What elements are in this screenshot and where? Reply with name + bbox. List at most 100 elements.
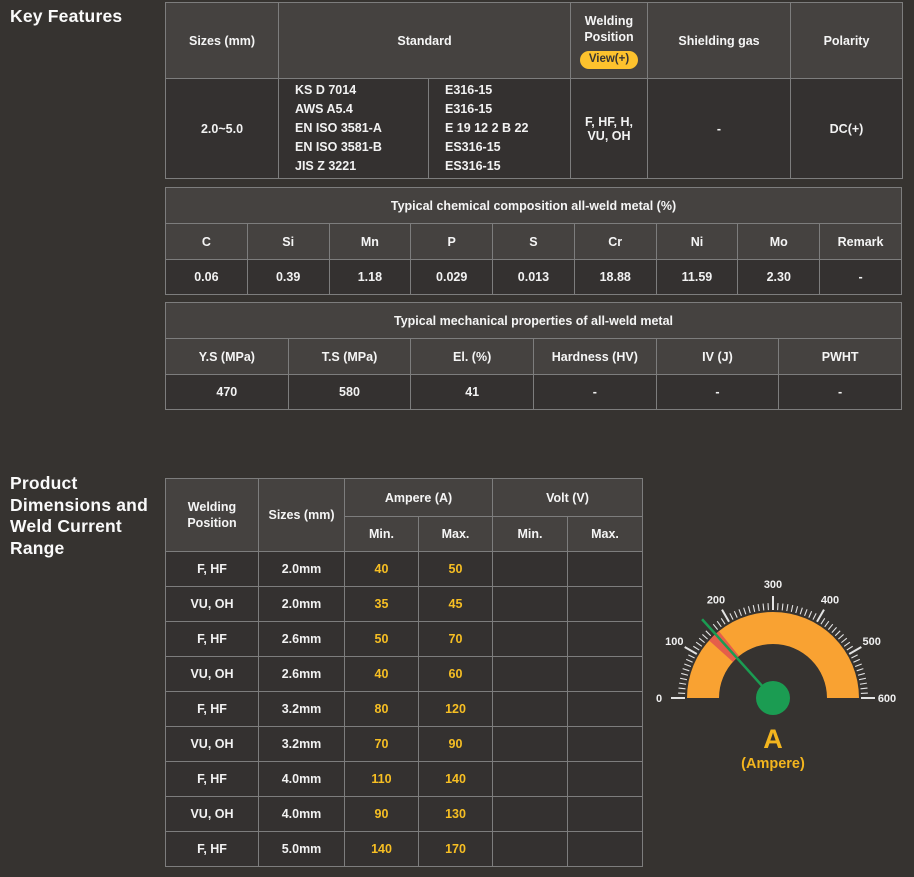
cell-volt-max [566, 621, 644, 657]
svg-text:100: 100 [665, 636, 683, 648]
welding-position-label: Welding Position [584, 13, 634, 44]
chemical-composition-table: Typical chemical composition all-weld me… [165, 187, 902, 295]
cell-ampere-min: 70 [344, 726, 419, 762]
cell-shielding-gas-value: - [647, 78, 791, 179]
gauge-unit-caption: (Ampere) [741, 756, 805, 772]
cell-position: F, HF [165, 761, 259, 797]
standard-line: E316-15 [445, 83, 493, 97]
current-range-row: VU, OH 4.0mm 90 130 [165, 796, 644, 832]
ampere-gauge: 0 100 200 300 400 500 600 A (Ampere) [650, 560, 910, 780]
current-range-row: F, HF 5.0mm 140 170 [165, 831, 644, 867]
cell-mn: 1.18 [328, 259, 412, 295]
cell-size: 3.2mm [258, 726, 345, 762]
cell-standards-grades: E316-15 E316-15 E 19 12 2 B 22 ES316-15 … [428, 78, 571, 179]
col-ni: Ni [655, 223, 739, 260]
current-range-row: VU, OH 2.0mm 35 45 [165, 586, 644, 622]
cell-ampere-max: 50 [418, 551, 493, 587]
chemical-values-row: 0.06 0.39 1.18 0.029 0.013 18.88 11.59 2… [165, 259, 902, 295]
cell-ts: 580 [287, 374, 412, 410]
current-range-row: F, HF 2.0mm 40 50 [165, 551, 644, 587]
cell-ampere-max: 70 [418, 621, 493, 657]
cell-iv: - [655, 374, 780, 410]
key-features-table: Sizes (mm) Standard Welding Position Vie… [165, 2, 903, 179]
cell-s: 0.013 [492, 259, 575, 295]
col-mn: Mn [328, 223, 412, 260]
col-standard: Standard [278, 2, 571, 79]
cell-el: 41 [410, 374, 534, 410]
current-range-row: F, HF 4.0mm 110 140 [165, 761, 644, 797]
col-sizes: Sizes (mm) [258, 478, 345, 552]
cell-position: VU, OH [165, 656, 259, 692]
cell-volt-min [492, 761, 568, 797]
col-mo: Mo [737, 223, 821, 260]
cell-ampere-min: 90 [344, 796, 419, 832]
cell-ampere-min: 80 [344, 691, 419, 727]
standard-line: EN ISO 3581-A [295, 121, 382, 135]
cell-standards-codes: KS D 7014 AWS A5.4 EN ISO 3581-A EN ISO … [278, 78, 429, 179]
cell-ampere-max: 45 [418, 586, 493, 622]
cell-hardness: - [532, 374, 657, 410]
cell-position: F, HF [165, 691, 259, 727]
col-s: S [492, 223, 575, 260]
cell-size: 4.0mm [258, 796, 345, 832]
cell-size: 2.0mm [258, 551, 345, 587]
cell-size: 2.6mm [258, 621, 345, 657]
cell-polarity-value: DC(+) [790, 78, 903, 179]
ampere-gauge-svg: 0 100 200 300 400 500 600 A (Ampere) [656, 579, 896, 772]
standard-line: ES316-15 [445, 159, 501, 173]
col-volt-max: Max. [566, 516, 644, 552]
cell-ampere-max: 140 [418, 761, 493, 797]
view-button[interactable]: View(+) [579, 50, 639, 69]
cell-ampere-min: 40 [344, 551, 419, 587]
standard-line: AWS A5.4 [295, 102, 353, 116]
col-remark: Remark [819, 223, 902, 260]
svg-text:300: 300 [764, 579, 782, 591]
cell-p: 0.029 [410, 259, 494, 295]
svg-text:600: 600 [878, 693, 896, 705]
cell-sizes-value: 2.0~5.0 [165, 78, 279, 179]
cell-volt-max [566, 761, 644, 797]
cell-volt-max [566, 586, 644, 622]
svg-text:400: 400 [821, 594, 839, 606]
col-cr: Cr [573, 223, 657, 260]
cell-size: 4.0mm [258, 761, 345, 797]
product-spec-page: Key Features Sizes (mm) Standard Welding… [0, 0, 914, 877]
cell-volt-min [492, 621, 568, 657]
cell-c: 0.06 [165, 259, 248, 295]
cell-volt-min [492, 726, 568, 762]
welding-position-label: Welding Position [187, 500, 237, 530]
col-hardness: Hardness (HV) [532, 338, 657, 375]
col-si: Si [246, 223, 330, 260]
cell-position: VU, OH [165, 726, 259, 762]
cell-mo: 2.30 [737, 259, 821, 295]
cell-volt-min [492, 691, 568, 727]
standard-line: E 19 12 2 B 22 [445, 121, 529, 135]
cell-volt-max [566, 831, 644, 867]
col-ampere-min: Min. [344, 516, 419, 552]
cell-position: VU, OH [165, 796, 259, 832]
gauge-unit-label: A [763, 724, 783, 754]
cell-welding-position-value: F, HF, H, VU, OH [570, 78, 648, 179]
cell-volt-min [492, 656, 568, 692]
cell-size: 3.2mm [258, 691, 345, 727]
standard-line: EN ISO 3581-B [295, 140, 382, 154]
chemical-table-title: Typical chemical composition all-weld me… [165, 187, 902, 224]
cell-size: 2.0mm [258, 586, 345, 622]
cell-ampere-min: 110 [344, 761, 419, 797]
cell-volt-min [492, 796, 568, 832]
col-p: P [410, 223, 494, 260]
cell-volt-max [566, 551, 644, 587]
cell-position: F, HF [165, 831, 259, 867]
col-volt-min: Min. [492, 516, 568, 552]
col-pwht: PWHT [778, 338, 902, 375]
col-iv: IV (J) [655, 338, 780, 375]
current-range-row: VU, OH 2.6mm 40 60 [165, 656, 644, 692]
mechanical-properties-table: Typical mechanical properties of all-wel… [165, 302, 902, 410]
current-range-row: VU, OH 3.2mm 70 90 [165, 726, 644, 762]
cell-ampere-min: 50 [344, 621, 419, 657]
cell-remark: - [819, 259, 902, 295]
col-shielding-gas: Shielding gas [647, 2, 791, 79]
standard-line: JIS Z 3221 [295, 159, 357, 173]
col-welding-position: Welding Position [165, 478, 259, 552]
cell-position: F, HF [165, 551, 259, 587]
